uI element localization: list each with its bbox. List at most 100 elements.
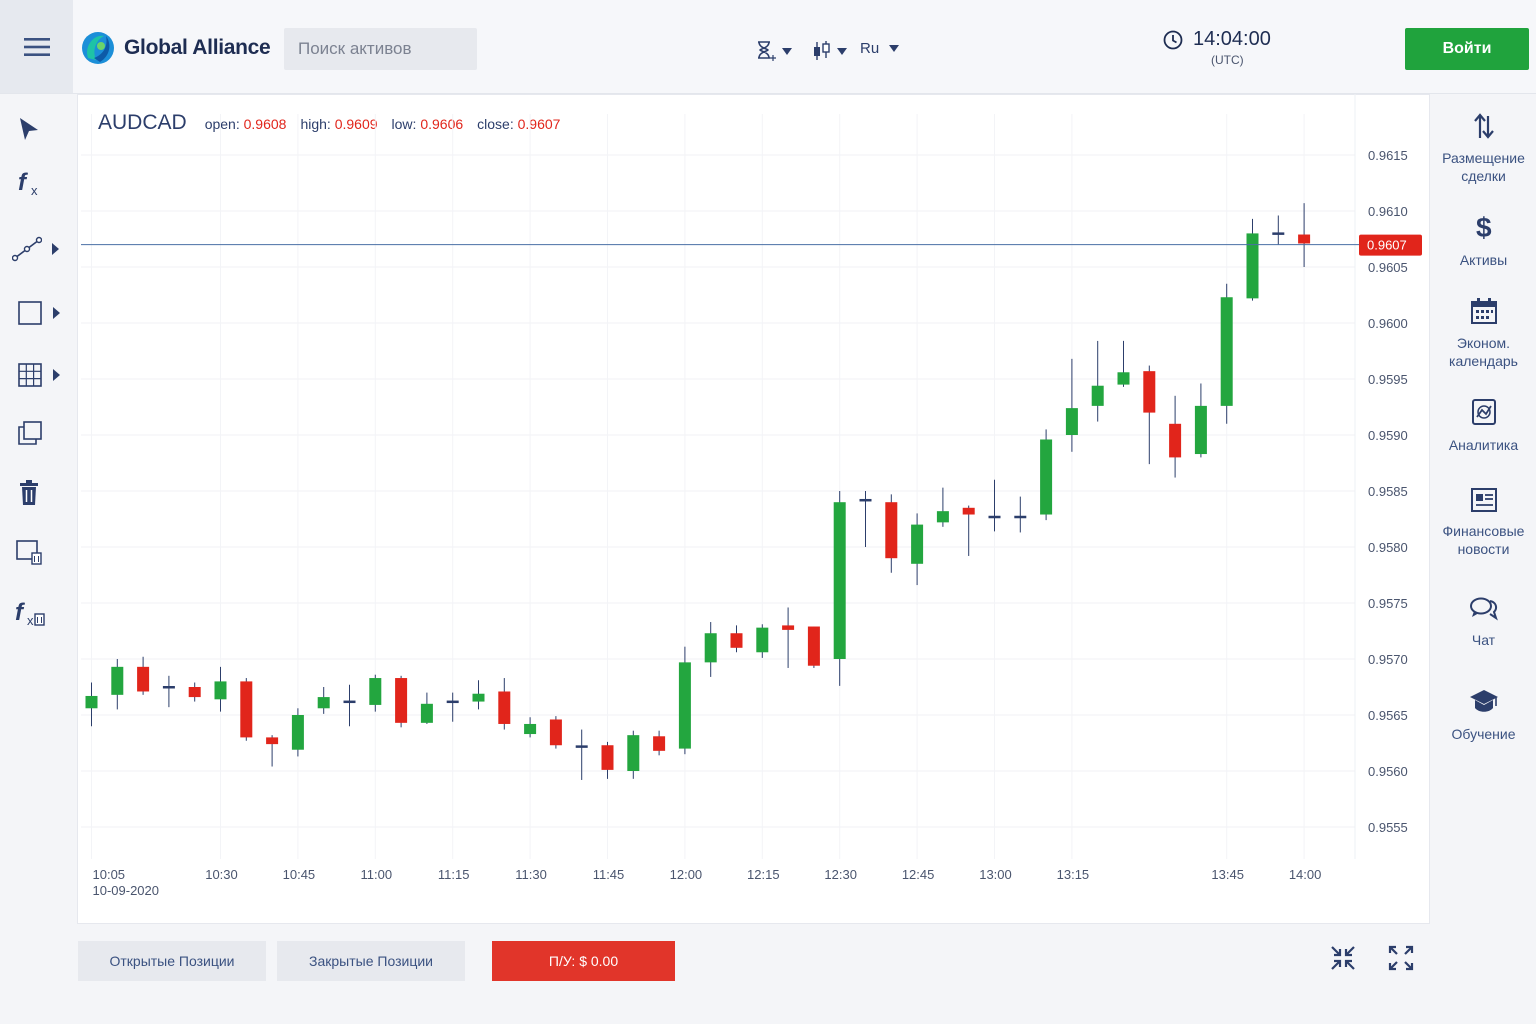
open-positions-tab[interactable]: Открытые Позиции [78,941,266,981]
price-chart[interactable]: 0.9615 0.9610 0.9605 0.9600 0.9595 0.9590 0.95… [77,94,1430,924]
x-tick-label: 12:45 [902,867,935,882]
candle [1272,215,1285,245]
remove-drawings-tool[interactable] [15,538,43,566]
line-tool[interactable] [12,236,59,262]
candle-body [704,633,717,663]
place-trade-label: Размещение сделки [1442,150,1525,184]
candle [343,684,356,727]
candle-body [962,507,975,515]
y-tick-label: 0.9610 [1368,204,1408,219]
candle-body [1220,297,1233,406]
y-tick-label: 0.9570 [1368,652,1408,667]
x-tick-label: 11:15 [438,867,470,882]
trash-icon [20,480,38,505]
indicators-tool[interactable]: f x [17,168,45,198]
svg-text:x: x [27,613,34,628]
x-tick-label: 12:00 [670,867,703,882]
assets-label: Активы [1459,252,1508,268]
chat-button[interactable]: Чат [1431,596,1536,649]
left-toolbar: f x f x [0,94,73,1024]
y-tick-label: 0.9585 [1368,484,1408,499]
svg-text:f: f [18,169,28,196]
language-label: Ru [860,40,880,57]
y-tick-label: 0.9555 [1368,820,1408,835]
svg-text:f: f [15,599,25,626]
candle [756,624,769,658]
candle [936,487,949,527]
candle-body [1143,371,1156,413]
candle [369,674,382,712]
analytics-icon [1471,399,1496,425]
fullscreen-button[interactable] [1387,944,1417,974]
candle [1220,283,1233,424]
economic-calendar-label: Эконом. календарь [1449,335,1518,369]
y-tick-label: 0.9595 [1368,372,1408,387]
x-tick-label: 11:45 [593,867,625,882]
candle [627,730,640,779]
logo-icon [82,32,114,64]
current-price-label: 0.9607 [1367,238,1407,253]
candle-body [188,687,201,698]
right-panel: Размещение сделки $ Активы Эконом. кален… [1431,94,1536,1024]
expand-arrow-icon [53,369,60,381]
x-tick-label: 11:00 [361,867,393,882]
duplicate-tool[interactable] [17,420,43,446]
collapse-chart-button[interactable] [1329,944,1359,974]
shape-tool[interactable] [17,300,60,326]
remove-indicators-tool[interactable]: f x [14,598,46,628]
calendar-icon [1470,298,1497,324]
candle [549,716,562,749]
candle [988,479,1001,532]
language-dropdown[interactable]: Ru [860,40,900,57]
brand-logo[interactable]: Global Alliance [80,28,271,68]
chart-axes: 0.9615 0.9610 0.9605 0.9600 0.9595 0.9590 0.95… [93,148,1408,898]
candle-body [395,678,408,723]
candle-body [936,511,949,523]
profit-loss-badge[interactable]: П/У: $ 0.00 [492,941,675,981]
economic-calendar-button[interactable]: Эконом. календарь [1431,297,1536,370]
candle [601,741,614,779]
candle [524,717,537,738]
grid-tool[interactable] [17,362,60,388]
candle-body [859,498,872,502]
y-tick-label: 0.9560 [1368,764,1408,779]
education-button[interactable]: Обучение [1431,688,1536,743]
candle [911,513,924,586]
analytics-button[interactable]: Аналитика [1431,397,1536,454]
candle [833,491,846,686]
candle [317,687,330,714]
financial-news-button[interactable]: Финансовые новости [1431,487,1536,558]
candle [85,682,98,727]
candle-body [1040,439,1053,515]
x-tick-label: 12:15 [747,867,780,882]
cursor-tool[interactable] [17,116,41,142]
candle [188,682,201,702]
candle-body [911,524,924,564]
asset-search-input[interactable] [284,28,477,70]
trade-arrows-icon [1473,113,1494,139]
x-tick-label: 10:45 [283,867,316,882]
clock-time: 14:04:00 [1193,28,1271,50]
candle-body [1014,515,1027,519]
assets-button[interactable]: $ Активы [1431,212,1536,269]
delete-tool[interactable] [19,480,39,506]
closed-positions-tab[interactable]: Закрытые Позиции [277,941,465,981]
candle [1298,203,1311,267]
dollar-icon: $ [1476,212,1492,243]
candle-body [575,745,588,748]
place-trade-button[interactable]: Размещение сделки [1431,112,1536,185]
candle-body [111,666,124,695]
candle [1117,340,1130,387]
svg-text:$: $ [1476,212,1492,242]
chart-type-dropdown[interactable] [812,40,847,62]
y-tick-label: 0.9615 [1368,148,1408,163]
y-tick-label: 0.9565 [1368,708,1408,723]
x-tick-label: 10:05 [93,867,126,882]
candle [111,659,124,710]
candle-body [317,697,330,709]
login-button[interactable]: Войти [1405,28,1529,70]
timeframe-dropdown[interactable] [755,40,792,62]
rectangle-icon [18,301,42,325]
hamburger-menu-button[interactable] [0,0,73,93]
candle [137,656,150,695]
